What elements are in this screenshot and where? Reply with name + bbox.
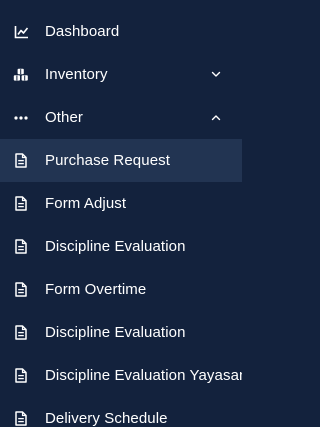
sidebar-item-label: Purchase Request	[45, 151, 171, 169]
sidebar-item-label: Dashboard	[45, 22, 120, 40]
chart-line-icon	[13, 24, 29, 40]
sidebar-item-purchase-request[interactable]: Purchase Request	[0, 139, 242, 182]
sidebar-item-label: Inventory	[45, 65, 108, 83]
sidebar-item-label: Form Overtime	[45, 280, 147, 298]
cubes-icon	[13, 67, 29, 83]
document-icon	[13, 411, 29, 427]
sidebar-item-inventory[interactable]: Inventory	[0, 53, 242, 96]
sidebar-item-dashboard[interactable]: Dashboard	[0, 10, 242, 53]
sidebar-item-form-adjust[interactable]: Form Adjust	[0, 182, 242, 225]
ellipsis-icon	[13, 110, 29, 126]
sidebar-item-label: Discipline Evaluation Yayasan	[45, 366, 242, 384]
sidebar-item-delivery-schedule[interactable]: Delivery Schedule	[0, 397, 242, 427]
document-icon	[13, 239, 29, 255]
sidebar: Dashboard Inventory Other Purchase Reque…	[0, 0, 242, 427]
sidebar-item-label: Delivery Schedule	[45, 409, 168, 427]
sidebar-item-other[interactable]: Other	[0, 96, 242, 139]
document-icon	[13, 325, 29, 341]
document-icon	[13, 153, 29, 169]
sidebar-item-discipline-evaluation[interactable]: Discipline Evaluation	[0, 225, 242, 268]
sidebar-item-discipline-evaluation-yayasan[interactable]: Discipline Evaluation Yayasan	[0, 354, 242, 397]
sidebar-menu: Dashboard Inventory Other Purchase Reque…	[0, 10, 242, 427]
chevron-down-icon[interactable]	[210, 69, 222, 81]
sidebar-item-form-overtime[interactable]: Form Overtime	[0, 268, 242, 311]
sidebar-item-label: Discipline Evaluation	[45, 323, 186, 341]
sidebar-item-label: Form Adjust	[45, 194, 127, 212]
document-icon	[13, 282, 29, 298]
chevron-up-icon[interactable]	[210, 112, 222, 124]
sidebar-item-label: Other	[45, 108, 84, 126]
sidebar-item-discipline-evaluation-2[interactable]: Discipline Evaluation	[0, 311, 242, 354]
sidebar-item-label: Discipline Evaluation	[45, 237, 186, 255]
document-icon	[13, 196, 29, 212]
document-icon	[13, 368, 29, 384]
